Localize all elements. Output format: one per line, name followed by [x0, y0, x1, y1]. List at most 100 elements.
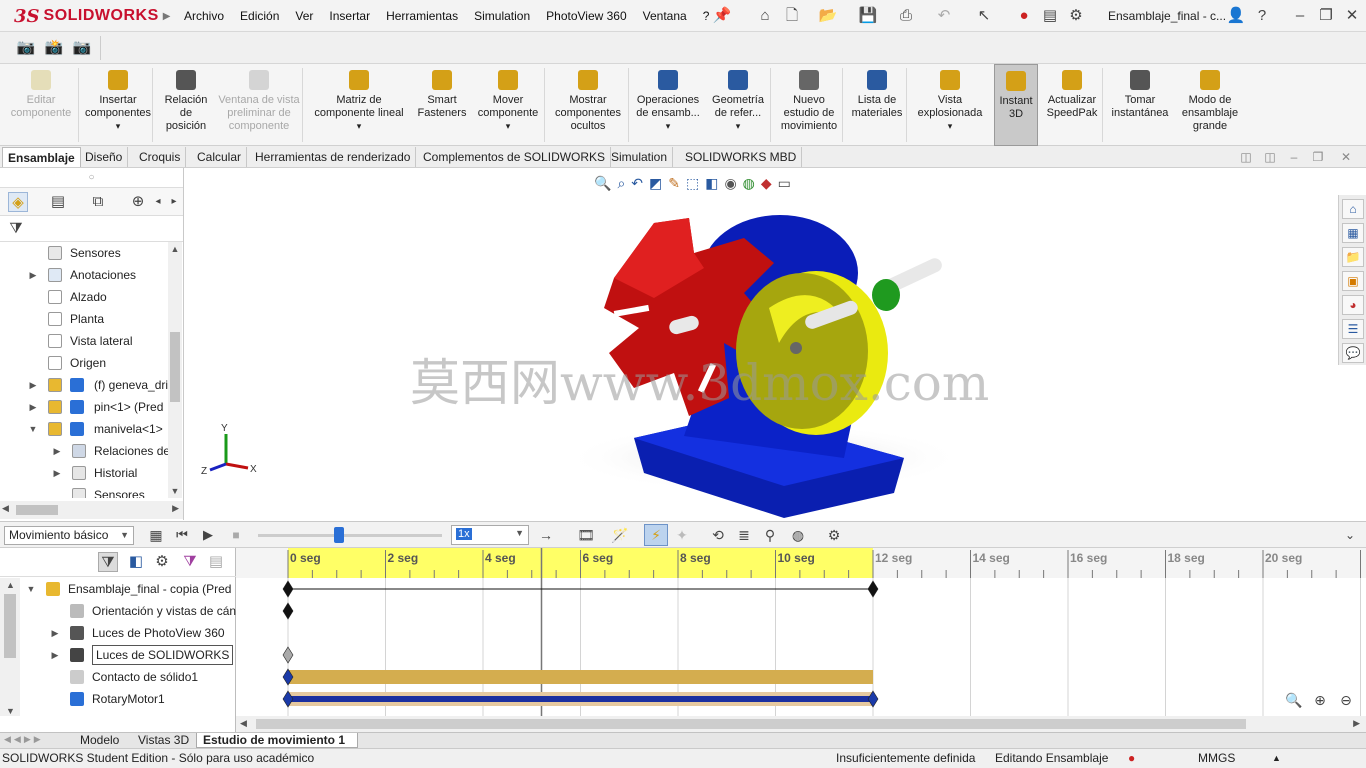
tree-item[interactable]: ▶ pin<1> (Pred	[0, 396, 168, 418]
bottom-tab[interactable]: Modelo	[74, 733, 125, 748]
filter-animated-icon[interactable]: ⧩	[98, 552, 118, 572]
key-point[interactable]	[282, 646, 294, 664]
tree-item[interactable]: ▶ Relaciones de	[0, 440, 168, 462]
command-tab[interactable]: Complementos de SOLIDWORKS	[418, 147, 612, 167]
close-window-icon[interactable]: ✕	[1342, 6, 1362, 26]
tree-item[interactable]: ▶ (f) geneva_dri	[0, 374, 168, 396]
tree-item[interactable]: ▼ manivela<1>	[0, 418, 168, 440]
solidworks-logo[interactable]: 3S SOLIDWORKS ▶	[14, 4, 170, 28]
timeline-canvas[interactable]: 0 seg 2 seg 4 seg 6 seg 8 seg 10 seg 12 seg 14 …	[236, 548, 1366, 716]
command-tab[interactable]: Ensamblaje	[2, 147, 81, 167]
play-icon[interactable]: ▶	[198, 525, 218, 545]
command-tab[interactable]: Herramientas de renderizado	[250, 147, 417, 167]
motion-tree-item[interactable]: Contacto de sólido1	[20, 666, 236, 688]
expand-icon[interactable]: ▶	[50, 622, 60, 644]
playback-mode-icon[interactable]: →	[536, 525, 556, 545]
tree-item[interactable]: ▶ Anotaciones	[0, 264, 168, 286]
command-tab[interactable]: Simulation	[606, 147, 674, 167]
filter-selected-icon[interactable]: ⚙	[152, 552, 172, 572]
expand-icon[interactable]: ▶	[28, 264, 38, 286]
minimize-window-icon[interactable]: –	[1290, 6, 1310, 26]
tree-vertical-scrollbar[interactable]: ▲ ▼	[168, 242, 182, 498]
chevron-down-icon[interactable]: ▾	[472, 120, 544, 133]
ribbon-new-motion-study-button[interactable]: Nuevo estudio de movimiento	[774, 64, 844, 146]
panel-resize-grip[interactable]: ○	[0, 168, 183, 188]
chevron-down-icon[interactable]: ▾	[910, 120, 990, 133]
restore-window-icon[interactable]: ❐	[1316, 6, 1336, 26]
contact-icon[interactable]: ⚲	[760, 525, 780, 545]
chevron-down-icon[interactable]: ▾	[306, 120, 412, 133]
ribbon-mate-button[interactable]: Relación de posición	[156, 64, 216, 146]
tree-item[interactable]: Sensores	[0, 242, 168, 264]
key-point[interactable]	[282, 602, 294, 620]
undo-icon[interactable]: ↶	[934, 6, 954, 26]
tree-item[interactable]: Origen	[0, 352, 168, 374]
timeline-horizontal-scrollbar[interactable]: ◀ ▶	[236, 716, 1366, 732]
expand-icon[interactable]: ▶	[52, 440, 62, 462]
unit-system[interactable]: MMGS	[1198, 749, 1235, 768]
collapse-icon[interactable]: ▼	[26, 578, 36, 600]
ribbon-snapshot-button[interactable]: Tomar instantánea	[1106, 64, 1174, 146]
collapse-motion-manager-icon[interactable]: ⌄	[1340, 525, 1360, 545]
appearances-icon[interactable]: ◕	[1342, 295, 1364, 315]
contact-bar[interactable]	[288, 670, 873, 684]
select-icon[interactable]: ↖	[974, 6, 994, 26]
tabs-scroll-right-icon[interactable]: ▸	[164, 192, 184, 212]
collapse-all-icon[interactable]: ▤	[206, 552, 226, 572]
graphics-area[interactable]: 🔍 ⌕ ↶ ◩ ✎ ⬚ ◧ ◉ ◍ ◆ ▭ 莫西网www.3dmox.com Y…	[184, 168, 1338, 520]
print-icon[interactable]: ⎙	[896, 6, 916, 26]
camera-icon[interactable]: 📷	[16, 38, 36, 58]
assembly-model[interactable]: 莫西网www.3dmox.com Y X Z	[184, 168, 1338, 520]
filter-icon[interactable]: ⧩	[6, 219, 26, 239]
menu-item[interactable]: Ventana	[635, 9, 695, 23]
motion-tree-item[interactable]: Orientación y vistas de cán	[20, 600, 236, 622]
playback-slider[interactable]	[258, 527, 442, 543]
file-properties-icon[interactable]: ▤	[1040, 6, 1060, 26]
ribbon-linear-pattern-button[interactable]: Matriz de componente lineal ▾	[306, 64, 412, 146]
doc-restore-icon[interactable]: ❐	[1308, 147, 1328, 167]
dimxpert-tab-icon[interactable]: ⊕	[128, 192, 148, 212]
key-point[interactable]	[282, 580, 294, 598]
playback-slider-thumb[interactable]	[334, 527, 344, 543]
user-icon[interactable]: 👤	[1226, 6, 1246, 26]
menu-item[interactable]: Insertar	[321, 9, 378, 23]
tree-item[interactable]: Sensores	[0, 484, 168, 498]
chevron-down-icon[interactable]: ▾	[82, 120, 154, 133]
ribbon-show-hidden-button[interactable]: Mostrar componentes ocultos	[548, 64, 628, 146]
command-tab[interactable]: Croquis	[134, 147, 187, 167]
doc-minimize-icon[interactable]: –	[1284, 147, 1304, 167]
menu-item[interactable]: Herramientas	[378, 9, 466, 23]
tile-right-icon[interactable]: ◫	[1260, 147, 1280, 167]
ribbon-large-assembly-button[interactable]: Modo de ensamblaje grande	[1176, 64, 1244, 146]
open-icon[interactable]: 📂	[818, 6, 838, 26]
stop-icon[interactable]: ■	[226, 525, 246, 545]
motion-tree-item[interactable]: ▼ Ensamblaje_final - copia (Pred	[20, 578, 236, 600]
ribbon-exploded-view-button[interactable]: Vista explosionada ▾	[910, 64, 990, 146]
configuration-manager-tab-icon[interactable]: ⧉	[88, 192, 108, 212]
zoom-to-fit-timeline-icon[interactable]: 🔍	[1284, 690, 1304, 710]
motion-timeline[interactable]: 0 seg 2 seg 4 seg 6 seg 8 seg 10 seg 12 seg 14 …	[236, 548, 1366, 732]
ribbon-instant3d-button[interactable]: Instant 3D	[994, 64, 1038, 146]
add-update-key-icon[interactable]: ✦	[672, 525, 692, 545]
play-from-start-icon[interactable]: ⏮	[172, 525, 192, 545]
help-icon[interactable]: ?	[1252, 6, 1272, 26]
motor-icon[interactable]: ⟲	[708, 525, 728, 545]
view-palette-icon[interactable]: ▣	[1342, 271, 1364, 291]
collapse-icon[interactable]: ▼	[28, 418, 38, 440]
camera-settings-icon[interactable]: 📸	[44, 38, 64, 58]
design-library-icon[interactable]: ▦	[1342, 223, 1364, 243]
new-document-icon[interactable]: 🗋	[782, 6, 802, 26]
ribbon-move-component-button[interactable]: Mover componente ▾	[472, 64, 544, 146]
pin-menu-icon[interactable]: 📌	[712, 6, 732, 26]
spring-icon[interactable]: ≣	[734, 525, 754, 545]
zoom-out-timeline-icon[interactable]: ⊖	[1336, 690, 1356, 710]
expand-icon[interactable]: ▶	[28, 374, 38, 396]
options-gear-icon[interactable]: ⚙	[1066, 6, 1086, 26]
tree-item[interactable]: Vista lateral	[0, 330, 168, 352]
menu-item[interactable]: Ver	[287, 9, 321, 23]
zoom-in-timeline-icon[interactable]: ⊕	[1310, 690, 1330, 710]
tree-item[interactable]: Planta	[0, 308, 168, 330]
calculate-icon[interactable]: ▦	[146, 525, 166, 545]
ribbon-speedpak-button[interactable]: Actualizar SpeedPak	[1040, 64, 1104, 146]
ribbon-insert-components-button[interactable]: Insertar componentes ▾	[82, 64, 154, 146]
